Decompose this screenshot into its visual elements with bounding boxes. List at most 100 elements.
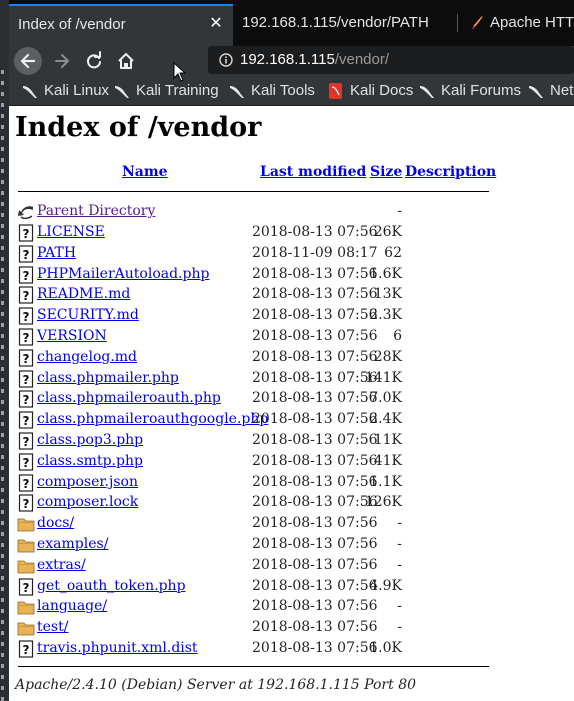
tab-vendor-path[interactable]: 192.168.1.115/vendor/PATH — [235, 4, 457, 46]
column-name-link[interactable]: Name — [122, 164, 168, 180]
file-size: 126K — [364, 494, 402, 510]
column-description-link[interactable]: Description — [405, 164, 496, 180]
desktop-mark — [1, 455, 4, 459]
desktop-mark — [1, 477, 4, 481]
parent-directory-row: Parent Directory - — [9, 202, 574, 223]
table-row: ? composer.lock 2018-08-13 07:56 126K — [9, 493, 574, 514]
tab-apache-http[interactable]: Apache HTTP — [458, 4, 574, 46]
file-link[interactable]: SECURITY.md — [37, 307, 139, 323]
file-size: 1.0K — [369, 640, 402, 656]
table-row: ? composer.json 2018-08-13 07:56 1.1K — [9, 473, 574, 494]
unknown-file-icon: ? — [18, 474, 34, 492]
file-link[interactable]: test/ — [37, 619, 68, 635]
table-row: ? README.md 2018-08-13 07:56 13K — [9, 285, 574, 306]
desktop-mark — [1, 587, 4, 591]
file-date: 2018-08-13 07:56 — [252, 494, 378, 510]
svg-text:?: ? — [23, 289, 30, 303]
file-size: 26K — [373, 224, 402, 240]
file-link[interactable]: get_oauth_token.php — [37, 578, 186, 594]
desktop-mark — [1, 136, 4, 140]
unknown-file-icon: ? — [18, 286, 34, 304]
desktop-mark — [1, 499, 4, 503]
back-button[interactable] — [14, 47, 42, 75]
file-size: - — [397, 536, 402, 552]
file-link[interactable]: class.phpmaileroauthgoogle.php — [37, 411, 268, 427]
svg-text:?: ? — [23, 331, 30, 345]
forward-button[interactable] — [48, 47, 76, 75]
file-date: 2018-08-13 07:56 — [252, 349, 378, 365]
file-link[interactable]: composer.json — [37, 474, 138, 490]
file-size: - — [397, 619, 402, 635]
desktop-mark — [1, 510, 4, 514]
parent-directory-link[interactable]: Parent Directory — [37, 203, 155, 219]
file-link[interactable]: examples/ — [37, 536, 108, 552]
file-link[interactable]: changelog.md — [37, 349, 137, 365]
svg-text:?: ? — [23, 581, 30, 595]
file-link[interactable]: docs/ — [37, 515, 74, 531]
file-size: - — [397, 557, 402, 573]
file-date: 2018-08-13 07:56 — [252, 640, 378, 656]
desktop-mark — [1, 466, 4, 470]
file-date: 2018-08-13 07:56 — [252, 390, 378, 406]
footer-rule — [18, 666, 489, 667]
desktop-mark — [1, 114, 4, 118]
url-host: 192.168.1.115 — [240, 51, 335, 68]
file-date: 2018-08-13 07:56 — [252, 474, 378, 490]
bookmark-net[interactable]: Net — [528, 82, 574, 102]
file-link[interactable]: extras/ — [37, 557, 86, 573]
file-link[interactable]: class.pop3.php — [37, 432, 143, 448]
kali-docs-icon — [329, 83, 342, 99]
bookmark-label: Net — [550, 82, 574, 99]
file-link[interactable]: PHPMailerAutoload.php — [37, 266, 209, 282]
file-link[interactable]: VERSION — [37, 328, 107, 344]
tab-index-vendor[interactable]: Index of /vendor ✕ — [9, 4, 233, 46]
desktop-mark — [1, 268, 4, 272]
desktop-mark — [1, 147, 4, 151]
desktop-mark — [1, 92, 4, 96]
kali-dragon-icon — [529, 86, 543, 98]
info-icon[interactable] — [219, 53, 233, 67]
unknown-file-icon: ? — [18, 328, 34, 346]
file-link[interactable]: class.phpmailer.php — [37, 370, 179, 386]
file-size: - — [397, 598, 402, 614]
file-link[interactable]: language/ — [37, 598, 107, 614]
desktop-mark — [1, 609, 4, 613]
file-date: 2018-08-13 07:56 — [252, 536, 378, 552]
desktop-mark — [1, 345, 4, 349]
file-link[interactable]: class.smtp.php — [37, 453, 143, 469]
url-bar[interactable]: 192.168.1.115/vendor/ — [208, 46, 574, 74]
desktop-mark — [1, 70, 4, 74]
file-date: 2018-08-13 07:56 — [252, 266, 378, 282]
bookmark-label: Kali Forums — [441, 82, 522, 99]
column-size-link[interactable]: Size — [370, 164, 402, 180]
desktop-mark — [1, 257, 4, 261]
table-row: ? PATH 2018-11-09 08:17 62 — [9, 244, 574, 265]
table-row: docs/2018-08-13 07:56 - — [9, 514, 574, 535]
apache-feather-icon — [472, 15, 483, 29]
file-link[interactable]: README.md — [37, 286, 130, 302]
column-last-modified-link[interactable]: Last modified — [260, 164, 366, 180]
reload-button[interactable] — [80, 47, 108, 75]
desktop-mark — [1, 301, 4, 305]
desktop-mark — [1, 169, 4, 173]
svg-text:?: ? — [23, 414, 30, 428]
unknown-file-icon: ? — [18, 266, 34, 284]
close-icon[interactable]: ✕ — [207, 14, 225, 32]
file-size: 2.4K — [369, 411, 402, 427]
desktop-mark — [1, 202, 4, 206]
desktop-mark — [1, 224, 4, 228]
home-button[interactable] — [112, 47, 140, 75]
folder-icon — [17, 518, 35, 532]
file-link[interactable]: LICENSE — [37, 224, 105, 240]
table-row: ? class.phpmailer.php 2018-08-13 07:56 141K — [9, 369, 574, 390]
desktop-mark — [1, 554, 4, 558]
bookmark-label: Kali Tools — [251, 82, 315, 99]
file-link[interactable]: composer.lock — [37, 494, 138, 510]
file-link[interactable]: PATH — [37, 245, 76, 261]
unknown-file-icon: ? — [18, 494, 34, 512]
folder-icon — [17, 622, 35, 636]
file-link[interactable]: travis.phpunit.xml.dist — [37, 640, 198, 656]
table-row: ? class.smtp.php 2018-08-13 07:56 41K — [9, 452, 574, 473]
desktop-mark — [1, 389, 4, 393]
file-link[interactable]: class.phpmaileroauth.php — [37, 390, 221, 406]
